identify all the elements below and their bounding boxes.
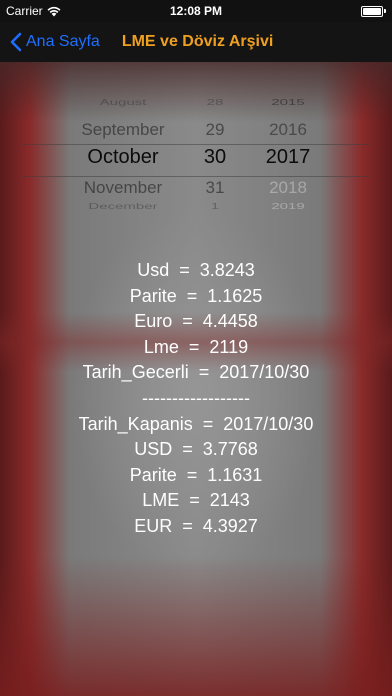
picker-month-selected[interactable]: October bbox=[48, 146, 198, 169]
picker-year-selected[interactable]: 2017 bbox=[250, 146, 326, 169]
date-picker[interactable]: August 28 2015 September 29 2016 October… bbox=[0, 98, 392, 228]
picker-day-selected[interactable]: 30 bbox=[190, 146, 240, 169]
tarih-kapanis-line: Tarih_Kapanis = 2017/10/30 bbox=[78, 413, 314, 434]
chevron-left-icon bbox=[10, 32, 22, 52]
page-title: LME ve Döviz Arşivi bbox=[121, 33, 274, 50]
picker-year[interactable]: 2019 bbox=[250, 202, 326, 211]
tarih-gecerli-line: Tarih_Gecerli = 2017/10/30 bbox=[82, 362, 310, 383]
content-area: August 28 2015 September 29 2016 October… bbox=[0, 62, 392, 696]
picker-year[interactable]: 2015 bbox=[250, 98, 326, 107]
navigation-bar: Ana Sayfa LME ve Döviz Arşivi bbox=[0, 22, 392, 62]
picker-selection-line-bottom bbox=[22, 176, 370, 177]
separator-line: ------------------ bbox=[142, 387, 250, 408]
parite-closing-line: Parite = 1.1631 bbox=[129, 464, 263, 485]
euro-line: Euro = 4.4458 bbox=[134, 311, 258, 332]
lme-closing-line: LME = 2143 bbox=[142, 490, 250, 511]
picker-month[interactable]: December bbox=[48, 202, 198, 211]
battery-icon bbox=[361, 5, 386, 17]
usd-line: Usd = 3.8243 bbox=[137, 260, 255, 280]
picker-selection-line-top bbox=[22, 144, 370, 145]
picker-day[interactable]: 31 bbox=[190, 178, 240, 198]
back-button[interactable]: Ana Sayfa bbox=[0, 32, 100, 52]
picker-month[interactable]: September bbox=[48, 120, 198, 140]
status-left: Carrier bbox=[6, 4, 61, 18]
parite-line: Parite = 1.1625 bbox=[129, 285, 263, 306]
picker-month[interactable]: November bbox=[48, 178, 198, 198]
results-panel: Usd = 3.8243 Parite = 1.1625 Euro = 4.44… bbox=[0, 258, 392, 540]
status-bar: Carrier 12:08 PM bbox=[0, 0, 392, 22]
usd-closing-line: USD = 3.7768 bbox=[134, 439, 258, 460]
back-button-label: Ana Sayfa bbox=[26, 33, 100, 50]
picker-day[interactable]: 1 bbox=[190, 202, 240, 211]
eur-closing-line: EUR = 4.3927 bbox=[134, 515, 258, 536]
picker-year[interactable]: 2016 bbox=[250, 120, 326, 140]
picker-year[interactable]: 2018 bbox=[250, 178, 326, 198]
picker-day[interactable]: 29 bbox=[190, 120, 240, 140]
picker-day[interactable]: 28 bbox=[190, 98, 240, 107]
wifi-icon bbox=[47, 6, 61, 16]
carrier-label: Carrier bbox=[6, 4, 43, 18]
background-blur-bottom bbox=[0, 556, 392, 696]
lme-line: Lme = 2119 bbox=[143, 336, 249, 357]
picker-month[interactable]: August bbox=[48, 98, 198, 107]
